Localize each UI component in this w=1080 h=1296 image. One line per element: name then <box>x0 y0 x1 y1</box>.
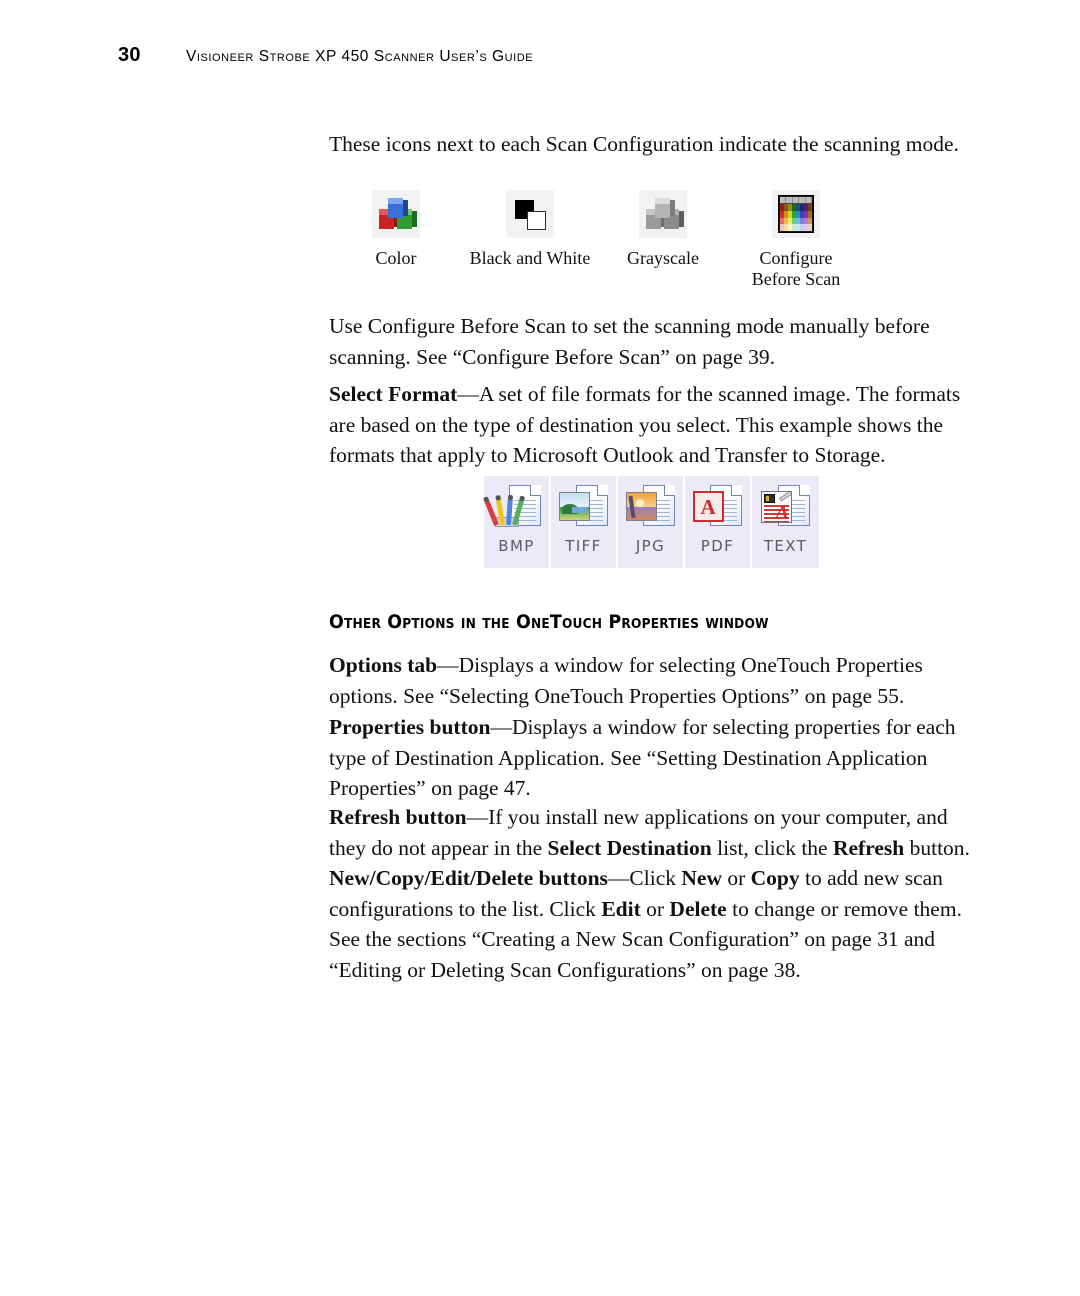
scan-mode-black-and-white: Black and White <box>455 190 605 269</box>
select-format-paragraph: Select Format—A set of file formats for … <box>329 379 979 471</box>
options-tab-block: Options tab—Displays a window for select… <box>329 650 979 711</box>
color-cubes-icon <box>372 190 420 238</box>
refresh-button-paragraph: Refresh button—If you install new applic… <box>329 802 979 863</box>
refresh-button-rest-b: list, click the <box>711 835 833 860</box>
black-and-white-squares-icon <box>506 190 554 238</box>
new-copy-edit-delete-paragraph: New/Copy/Edit/Delete buttons—Click New o… <box>329 863 979 985</box>
text-file-icon: A <box>760 483 812 531</box>
scan-mode-icon-row: Color Black and White Grayscale Configur… <box>329 190 979 300</box>
pdf-file-icon: A <box>692 483 744 531</box>
scan-mode-label-color: Color <box>375 248 417 268</box>
refresh-button-lead: Refresh button <box>329 805 467 829</box>
scan-mode-color: Color <box>321 190 471 269</box>
ncd-rest-b: or <box>721 866 751 890</box>
file-format-text: A TEXT <box>752 476 819 568</box>
refresh-button-block: Refresh button—If you install new applic… <box>329 802 979 863</box>
running-title: Visioneer Strobe XP 450 Scanner User’s G… <box>186 48 534 65</box>
new-copy-edit-delete-lead: New/Copy/Edit/Delete buttons <box>329 866 608 890</box>
new-emphasis: New <box>681 866 722 890</box>
select-format-paragraph-block: Select Format—A set of file formats for … <box>329 379 979 471</box>
properties-button-paragraph: Properties button—Displays a window for … <box>329 712 979 804</box>
scan-mode-grayscale: Grayscale <box>588 190 738 269</box>
tiff-file-icon <box>558 483 610 531</box>
intro-paragraph-block: These icons next to each Scan Configurat… <box>329 129 979 160</box>
delete-emphasis: Delete <box>669 896 727 921</box>
file-format-pdf: A PDF <box>685 476 752 568</box>
ncd-rest-d: or <box>640 896 670 921</box>
scan-mode-configure-before-scan: Configure Before Scan <box>721 190 871 290</box>
options-tab-lead: Options tab <box>329 653 438 677</box>
options-tab-paragraph: Options tab—Displays a window for select… <box>329 650 979 711</box>
file-format-label-tiff: TIFF <box>565 537 602 555</box>
scan-mode-label-grayscale: Grayscale <box>627 248 699 268</box>
page-header: 30 Visioneer Strobe XP 450 Scanner User’… <box>118 44 533 67</box>
file-format-icon-row: BMP TIFF JPG A PDF A TEXT <box>483 476 819 568</box>
copy-emphasis: Copy <box>750 866 800 890</box>
configure-paragraph: Use Configure Before Scan to set the sca… <box>329 314 930 369</box>
file-format-bmp: BMP <box>483 476 551 568</box>
bmp-file-icon <box>483 483 543 531</box>
page-number: 30 <box>118 44 141 66</box>
file-format-jpg: JPG <box>618 476 685 568</box>
properties-button-block: Properties button—Displays a window for … <box>329 712 979 804</box>
refresh-button-rest-c: button. <box>904 835 970 860</box>
section-heading: Other Options in the OneTouch Properties… <box>329 612 769 633</box>
scan-mode-label-configure-before-scan: Configure Before Scan <box>751 248 841 289</box>
intro-paragraph: These icons next to each Scan Configurat… <box>329 132 959 156</box>
new-copy-edit-delete-block: New/Copy/Edit/Delete buttons—Click New o… <box>329 863 979 985</box>
file-format-label-pdf: PDF <box>700 537 735 555</box>
refresh-emphasis: Refresh <box>832 835 905 860</box>
edit-emphasis: Edit <box>601 896 641 921</box>
color-palette-icon <box>772 190 820 238</box>
configure-paragraph-block: Use Configure Before Scan to set the sca… <box>329 311 979 372</box>
select-format-lead: Select Format <box>329 382 458 406</box>
file-format-label-bmp: BMP <box>498 537 535 555</box>
scan-mode-label-black-and-white: Black and White <box>469 248 591 268</box>
jpg-file-icon <box>625 483 677 531</box>
file-format-label-jpg: JPG <box>635 537 666 555</box>
select-destination-emphasis: Select Destination <box>547 835 712 860</box>
properties-button-lead: Properties button <box>329 715 491 739</box>
file-format-tiff: TIFF <box>551 476 618 568</box>
grayscale-cubes-icon <box>639 190 687 238</box>
ncd-rest-a: —Click <box>607 866 682 890</box>
document-page: 30 Visioneer Strobe XP 450 Scanner User’… <box>0 0 1080 1296</box>
file-format-label-text: TEXT <box>763 537 808 555</box>
